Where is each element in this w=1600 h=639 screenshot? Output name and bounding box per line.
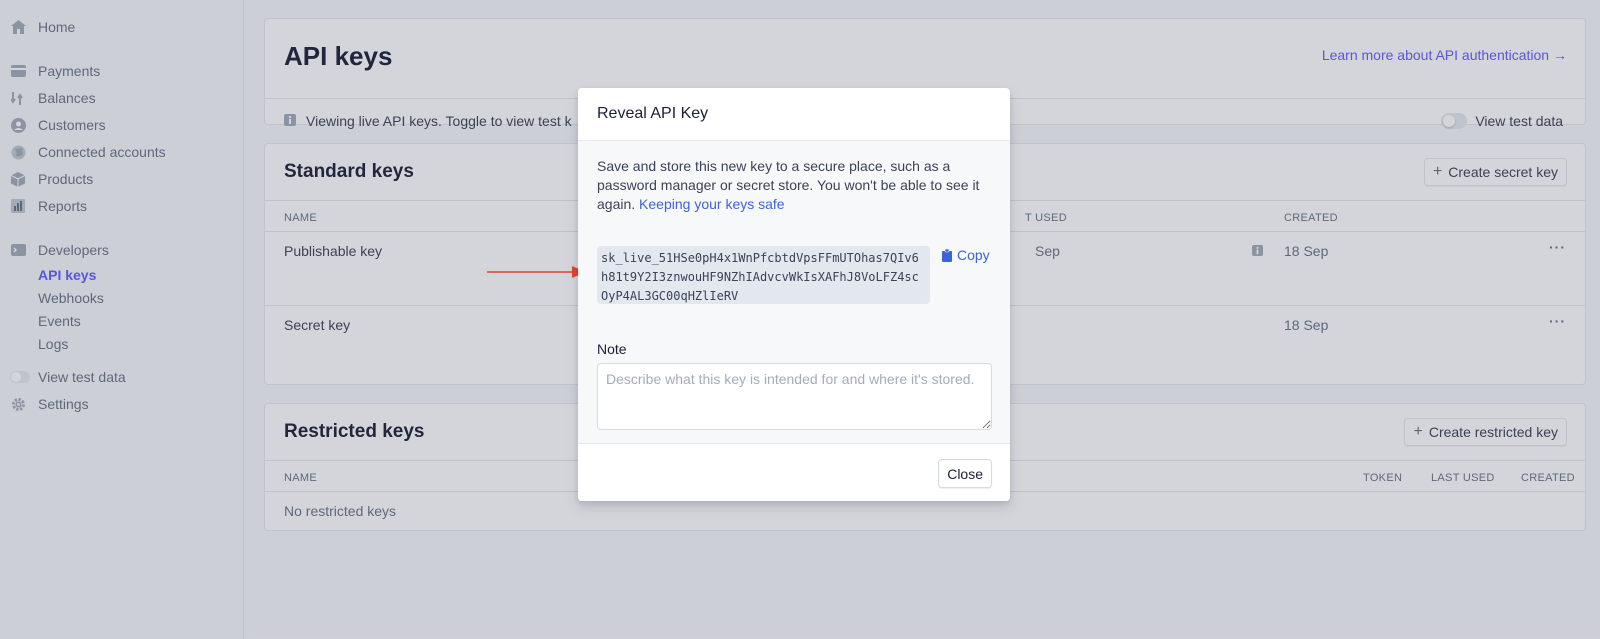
- modal-footer: Close: [578, 443, 1010, 501]
- modal-title: Reveal API Key: [597, 105, 709, 122]
- note-textarea[interactable]: [597, 363, 992, 430]
- close-button[interactable]: Close: [938, 459, 992, 488]
- reveal-api-key-dialog: Reveal API Key Save and store this new k…: [578, 88, 1010, 501]
- note-label: Note: [597, 341, 627, 357]
- clipboard-icon: [942, 248, 952, 262]
- modal-description: Save and store this new key to a secure …: [597, 157, 992, 214]
- annotation-arrow-icon: [487, 266, 586, 278]
- copy-button[interactable]: Copy: [942, 247, 990, 263]
- modal-header: Reveal API Key: [578, 88, 1010, 141]
- secret-key-value[interactable]: sk_live_51HSe0pH4x1WnPfcbtdVpsFFmUTOhas7…: [597, 246, 930, 304]
- keeping-keys-safe-link[interactable]: Keeping your keys safe: [639, 196, 785, 212]
- copy-label: Copy: [957, 247, 990, 263]
- modal-body: Save and store this new key to a secure …: [578, 141, 1010, 443]
